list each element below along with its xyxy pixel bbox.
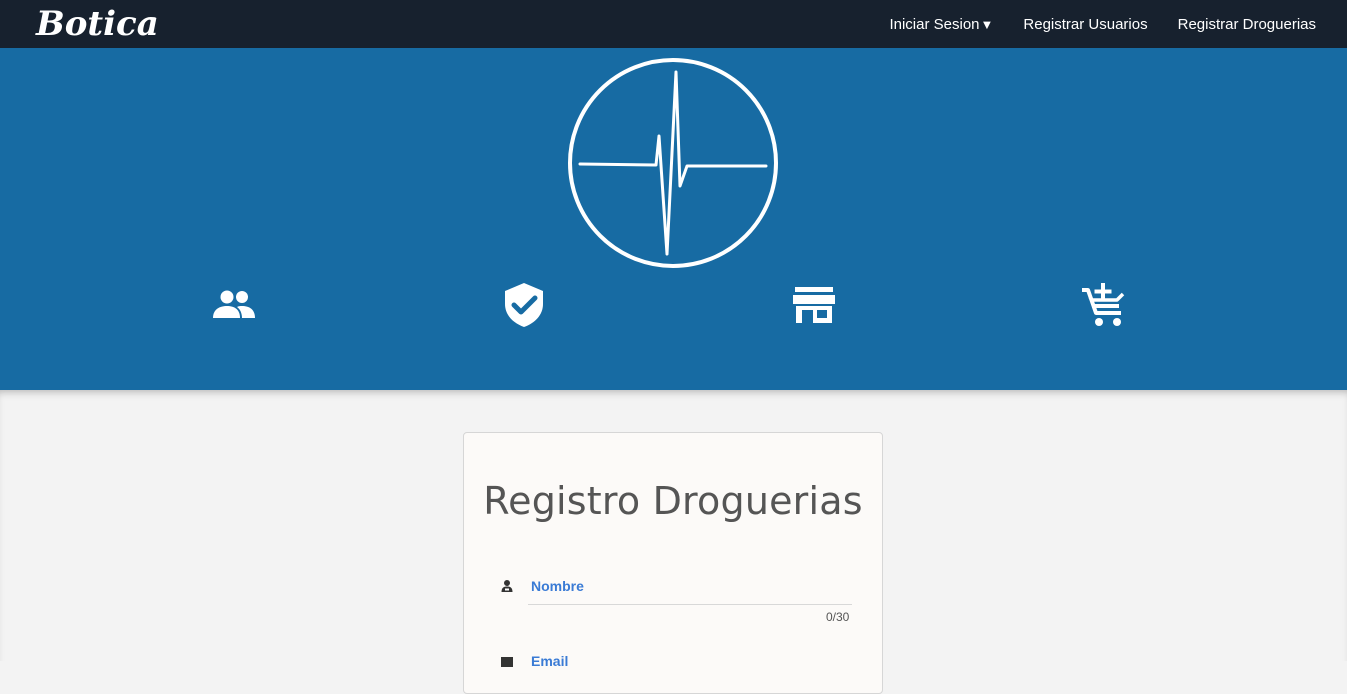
- shield-check-icon: [499, 280, 549, 330]
- caret-down-icon: ▼: [980, 16, 994, 32]
- person-icon: [500, 579, 514, 593]
- register-drugstores-link[interactable]: Registrar Droguerias: [1178, 16, 1316, 33]
- nombre-input[interactable]: [528, 604, 852, 605]
- heartbeat-logo-icon: [566, 56, 780, 270]
- login-label: Iniciar Sesion: [889, 15, 980, 33]
- register-users-link[interactable]: Registrar Usuarios: [1023, 16, 1147, 33]
- store-icon: [789, 280, 839, 330]
- nombre-char-counter: 0/30: [826, 610, 850, 624]
- login-dropdown[interactable]: Iniciar Sesion▼: [889, 16, 993, 33]
- email-icon: [500, 655, 514, 669]
- form-title: Registro Droguerias: [483, 479, 863, 523]
- cart-add-icon: [1079, 280, 1129, 330]
- users-icon: [209, 280, 259, 330]
- email-label: Email: [531, 653, 569, 669]
- nav-links: Iniciar Sesion▼ Registrar Usuarios Regis…: [889, 0, 1316, 48]
- nombre-label: Nombre: [531, 578, 584, 594]
- hero-banner: [0, 48, 1347, 390]
- brand-logo[interactable]: Botica: [36, 2, 159, 46]
- register-drugstore-card: Registro Droguerias Nombre 0/30 Email: [463, 432, 883, 694]
- content-area: Registro Droguerias Nombre 0/30 Email: [0, 390, 1347, 694]
- navbar: Botica Iniciar Sesion▼ Registrar Usuario…: [0, 0, 1347, 48]
